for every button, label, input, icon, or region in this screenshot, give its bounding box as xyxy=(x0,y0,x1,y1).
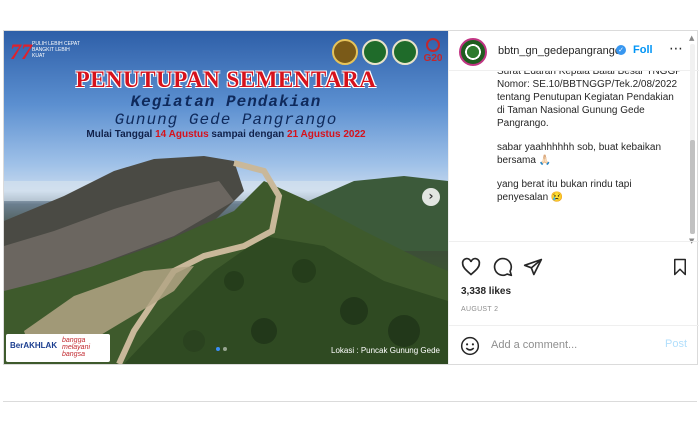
carousel-dot xyxy=(223,347,227,351)
carousel-next-button[interactable]: › xyxy=(422,188,440,206)
agency-logos xyxy=(332,39,418,65)
caption-paragraph: Surat Edaran Kepala Balai Besar TNGGP No… xyxy=(497,71,682,129)
likes-count[interactable]: 3,338 likes xyxy=(461,286,511,297)
image-title-mountain: Gunung Gede Pangrango xyxy=(114,111,338,129)
hut-ri-77-logo: 77 xyxy=(10,39,32,64)
avatar[interactable] xyxy=(459,38,487,66)
emoji-icon[interactable] xyxy=(460,336,480,356)
park-logo-2 xyxy=(392,39,418,65)
chevron-right-icon: › xyxy=(428,189,434,203)
date-start: 14 Agustus xyxy=(155,129,209,140)
post-actions: 3,338 likes AUGUST 2 xyxy=(449,241,699,325)
park-logo-1 xyxy=(362,39,388,65)
carousel-dots xyxy=(216,347,227,351)
bookmark-icon[interactable] xyxy=(671,257,689,277)
caption-paragraph: sabar yaahhhhhh sob, buat kebaikan bersa… xyxy=(497,142,662,166)
feed-divider xyxy=(3,401,697,402)
image-location-label: Lokasi : Puncak Gunung Gede xyxy=(331,346,440,355)
date-end: 21 Agustus 2022 xyxy=(287,129,366,140)
comment-icon[interactable] xyxy=(493,257,513,277)
username-link[interactable]: bbtn_gn_gedepangrango xyxy=(498,45,621,57)
comment-input[interactable] xyxy=(491,337,651,353)
heart-icon[interactable] xyxy=(461,257,481,277)
post-header: bbtn_gn_gedepangrango ✓ Foll ⋯ xyxy=(449,31,699,71)
page: 77 PULIH LEBIH CEPAT BANGKIT LEBIH KUAT … xyxy=(0,0,700,434)
more-icon[interactable]: ⋯ xyxy=(669,41,683,57)
image-title-closure: PENUTUPAN SEMENTARA xyxy=(75,67,377,92)
carousel-dot-active xyxy=(216,347,220,351)
post-image[interactable]: 77 PULIH LEBIH CEPAT BANGKIT LEBIH KUAT … xyxy=(4,31,448,364)
image-title-activity: Kegiatan Pendakian xyxy=(130,93,322,111)
dates-middle: sampai dengan xyxy=(208,129,288,140)
post-caption: Surat Edaran Kepala Balai Besar TNGGP No… xyxy=(497,71,683,241)
post-side-panel: bbtn_gn_gedepangrango ✓ Foll ⋯ ▲ ▼ Surat… xyxy=(448,31,699,364)
berakhlak-tagline: bangga melayani bangsa xyxy=(62,337,91,358)
dates-prefix: Mulai Tanggal xyxy=(86,129,156,140)
g20-logo: G20 xyxy=(422,38,444,64)
hut-ri-77-tagline: PULIH LEBIH CEPAT BANGKIT LEBIH KUAT xyxy=(32,41,80,59)
caption-paragraph: yang berat itu bukan rindu tapi penyesal… xyxy=(497,179,632,203)
share-icon[interactable] xyxy=(523,257,543,277)
caption-scrollbar[interactable] xyxy=(690,44,695,234)
image-closure-dates: Mulai Tanggal 14 Agustus sampai dengan 2… xyxy=(4,129,448,140)
ministry-logo xyxy=(332,39,358,65)
post-timestamp[interactable]: AUGUST 2 xyxy=(461,306,498,313)
comment-bar: Post xyxy=(449,325,699,364)
post-comment-button[interactable]: Post xyxy=(665,338,687,350)
g20-label: G20 xyxy=(423,53,443,64)
follow-button[interactable]: Foll xyxy=(633,44,653,56)
berakhlak-label: BerAKHLAK xyxy=(10,341,58,350)
verified-badge-icon: ✓ xyxy=(616,45,626,55)
scroll-up-arrow-icon[interactable]: ▲ xyxy=(689,34,694,42)
berakhlak-logo: BerAKHLAK bangga melayani bangsa xyxy=(6,334,110,362)
instagram-post: 77 PULIH LEBIH CEPAT BANGKIT LEBIH KUAT … xyxy=(3,30,699,365)
